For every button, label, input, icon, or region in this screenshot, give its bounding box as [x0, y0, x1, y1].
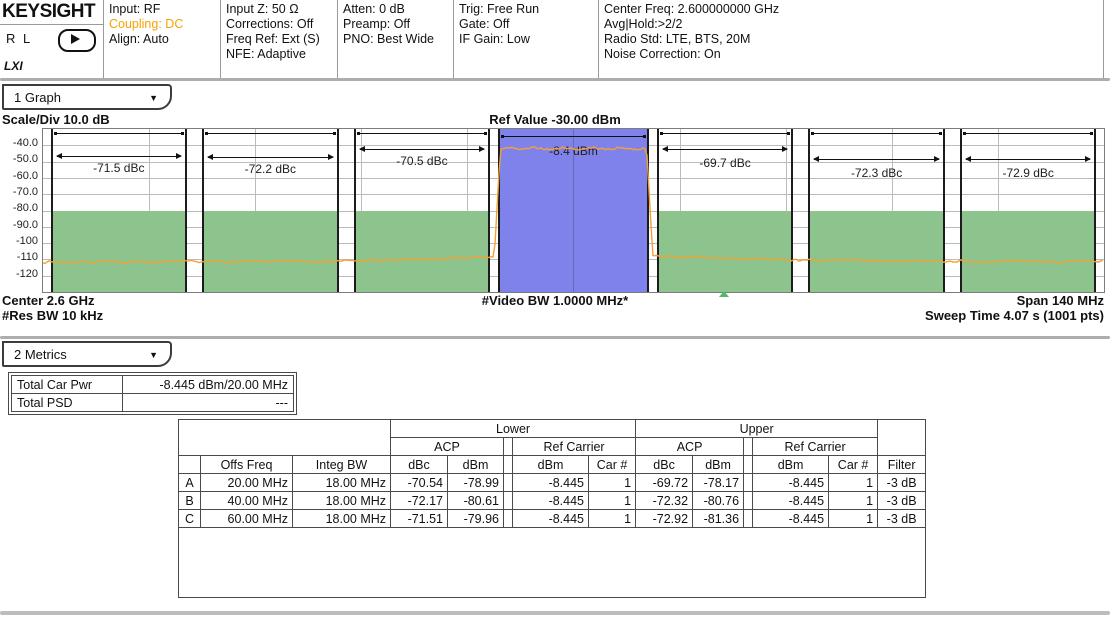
mode-label: R L	[6, 31, 32, 46]
header-col-freq[interactable]: Center Freq: 2.600000000 GHz Avg|Hold:>2…	[598, 0, 1104, 78]
spectrum-plot: -71.5 dBc -72.2 dBc -70.5 dBc -8.4 dBm -…	[42, 128, 1105, 293]
spectrum-trace	[43, 129, 1104, 292]
y-tick: -70.0	[0, 186, 38, 198]
total-psd-label: Total PSD	[12, 394, 123, 412]
video-bw-annotation: #Video BW 1.0000 MHz*	[0, 293, 1110, 308]
total-car-pwr-label: Total Car Pwr	[12, 376, 123, 394]
table-row: Total PSD ---	[12, 394, 294, 412]
table-row-offset-b: B 40.00 MHz 18.00 MHz -72.17 -80.61 -8.4…	[179, 492, 926, 510]
y-tick: -50.0	[0, 153, 38, 165]
header-status-bar: KEYSIGHT R L LXI Input: RF Coupling: DC …	[0, 0, 1110, 78]
y-tick: -110	[0, 251, 38, 263]
totals-table: Total Car Pwr -8.445 dBm/20.00 MHz Total…	[8, 372, 297, 415]
span-annotation: Span 140 MHz	[1017, 293, 1104, 308]
sub-ref-carrier: Ref Carrier	[753, 438, 878, 456]
bottom-edge-bar	[0, 611, 1110, 615]
sub-acp: ACP	[636, 438, 744, 456]
sub-acp: ACP	[391, 438, 504, 456]
graph-view-label: 1 Graph	[14, 90, 61, 105]
header-col-atten[interactable]: Atten: 0 dB Preamp: Off PNO: Best Wide	[337, 0, 453, 78]
table-row-headers: Offs Freq Integ BW dBc dBm dBm Car # dBc…	[179, 456, 926, 474]
y-tick: -100	[0, 235, 38, 247]
total-car-pwr-value: -8.445 dBm/20.00 MHz	[123, 376, 294, 394]
metrics-view-label: 2 Metrics	[14, 347, 67, 362]
header-divider-bar	[0, 78, 1110, 81]
acp-results-table: Lower Upper ACP Ref Carrier ACP Ref Carr…	[178, 419, 926, 598]
sub-ref-carrier: Ref Carrier	[513, 438, 636, 456]
y-tick: -90.0	[0, 219, 38, 231]
total-psd-value: ---	[123, 394, 294, 412]
res-bw-annotation: #Res BW 10 kHz	[2, 308, 103, 323]
y-tick: -60.0	[0, 170, 38, 182]
brand-text: KEYSIGHT	[2, 1, 95, 23]
chevron-down-icon: ▼	[149, 343, 158, 367]
table-empty-area	[179, 528, 926, 598]
section-divider-bar	[0, 336, 1110, 339]
continuous-sweep-icon	[58, 29, 96, 52]
lxi-logo: LXI	[4, 59, 23, 73]
header-col-inputz[interactable]: Input Z: 50 Ω Corrections: Off Freq Ref:…	[220, 0, 337, 78]
group-upper: Upper	[636, 420, 878, 438]
table-row: Total Car Pwr -8.445 dBm/20.00 MHz	[12, 376, 294, 394]
sweep-time-annotation: Sweep Time 4.07 s (1001 pts)	[925, 308, 1104, 323]
table-row-groups: Lower Upper	[179, 420, 926, 438]
header-col-trigger[interactable]: Trig: Free Run Gate: Off IF Gain: Low	[453, 0, 598, 78]
table-row-offset-a: A 20.00 MHz 18.00 MHz -70.54 -78.99 -8.4…	[179, 474, 926, 492]
group-lower: Lower	[391, 420, 636, 438]
graph-view-dropdown[interactable]: 1 Graph ▼	[2, 84, 172, 110]
keysight-logo: KEYSIGHT R L LXI	[0, 0, 103, 78]
header-col-input[interactable]: Input: RF Coupling: DC Align: Auto	[103, 0, 220, 78]
coupling-highlight: Coupling: DC	[109, 17, 220, 32]
y-tick: -40.0	[0, 137, 38, 149]
metrics-view-dropdown[interactable]: 2 Metrics ▼	[2, 341, 172, 367]
chevron-down-icon: ▼	[149, 86, 158, 110]
spectrum-analyzer-screen: KEYSIGHT R L LXI Input: RF Coupling: DC …	[0, 0, 1110, 618]
ref-value-label: Ref Value -30.00 dBm	[0, 112, 1110, 127]
y-tick: -80.0	[0, 202, 38, 214]
logo-divider	[0, 24, 103, 25]
table-row-offset-c: C 60.00 MHz 18.00 MHz -71.51 -79.96 -8.4…	[179, 510, 926, 528]
y-tick: -120	[0, 268, 38, 280]
